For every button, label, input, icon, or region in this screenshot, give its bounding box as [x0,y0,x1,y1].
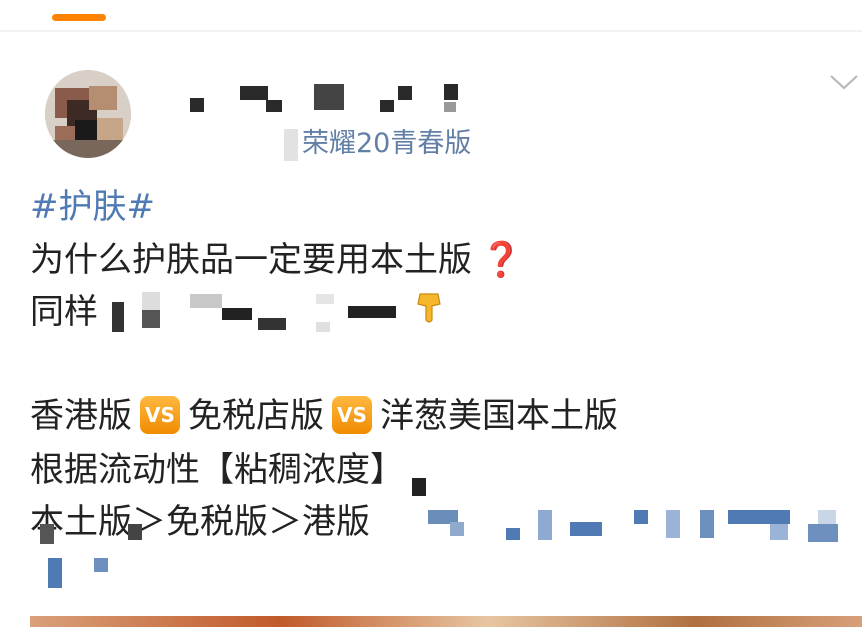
post-line-1-text: 为什么护肤品一定要用本土版 [30,240,472,280]
pointing-down-hand-icon [417,293,441,323]
post-line-2-prefix: 同样 [30,292,98,332]
question-mark-icon: ❓ [480,240,523,280]
avatar[interactable] [45,70,131,158]
post-image-preview[interactable] [30,616,862,627]
version-hk: 香港版 [30,396,132,436]
hashtag-link[interactable]: #护肤# [30,186,155,228]
version-us: 洋葱美国本土版 [380,396,618,436]
active-tab-indicator [52,14,106,21]
post-line-3: 香港版 VS 免税店版 VS 洋葱美国本土版 [30,394,618,438]
post-line-2: 同样 [30,290,98,334]
post-line-4: 根据流动性【粘稠浓度】 [30,448,404,492]
post-line-4-text: 根据流动性【粘稠浓度】 [30,450,404,490]
version-duty-free: 免税店版 [188,396,324,436]
post-line-1: 为什么护肤品一定要用本土版 ❓ [30,238,522,282]
device-source: 荣耀20青春版 [284,126,471,162]
device-mask [284,128,298,161]
header-divider [0,30,862,32]
chevron-down-icon[interactable] [828,70,860,94]
device-label: 荣耀20青春版 [302,128,472,159]
username-masked[interactable] [180,78,480,118]
vs-icon: VS [332,395,372,434]
post-line-5-text: 本土版＞免税版＞港版 [30,502,370,542]
post-line-5: 本土版＞免税版＞港版 [30,500,370,544]
vs-icon: VS [140,395,180,434]
